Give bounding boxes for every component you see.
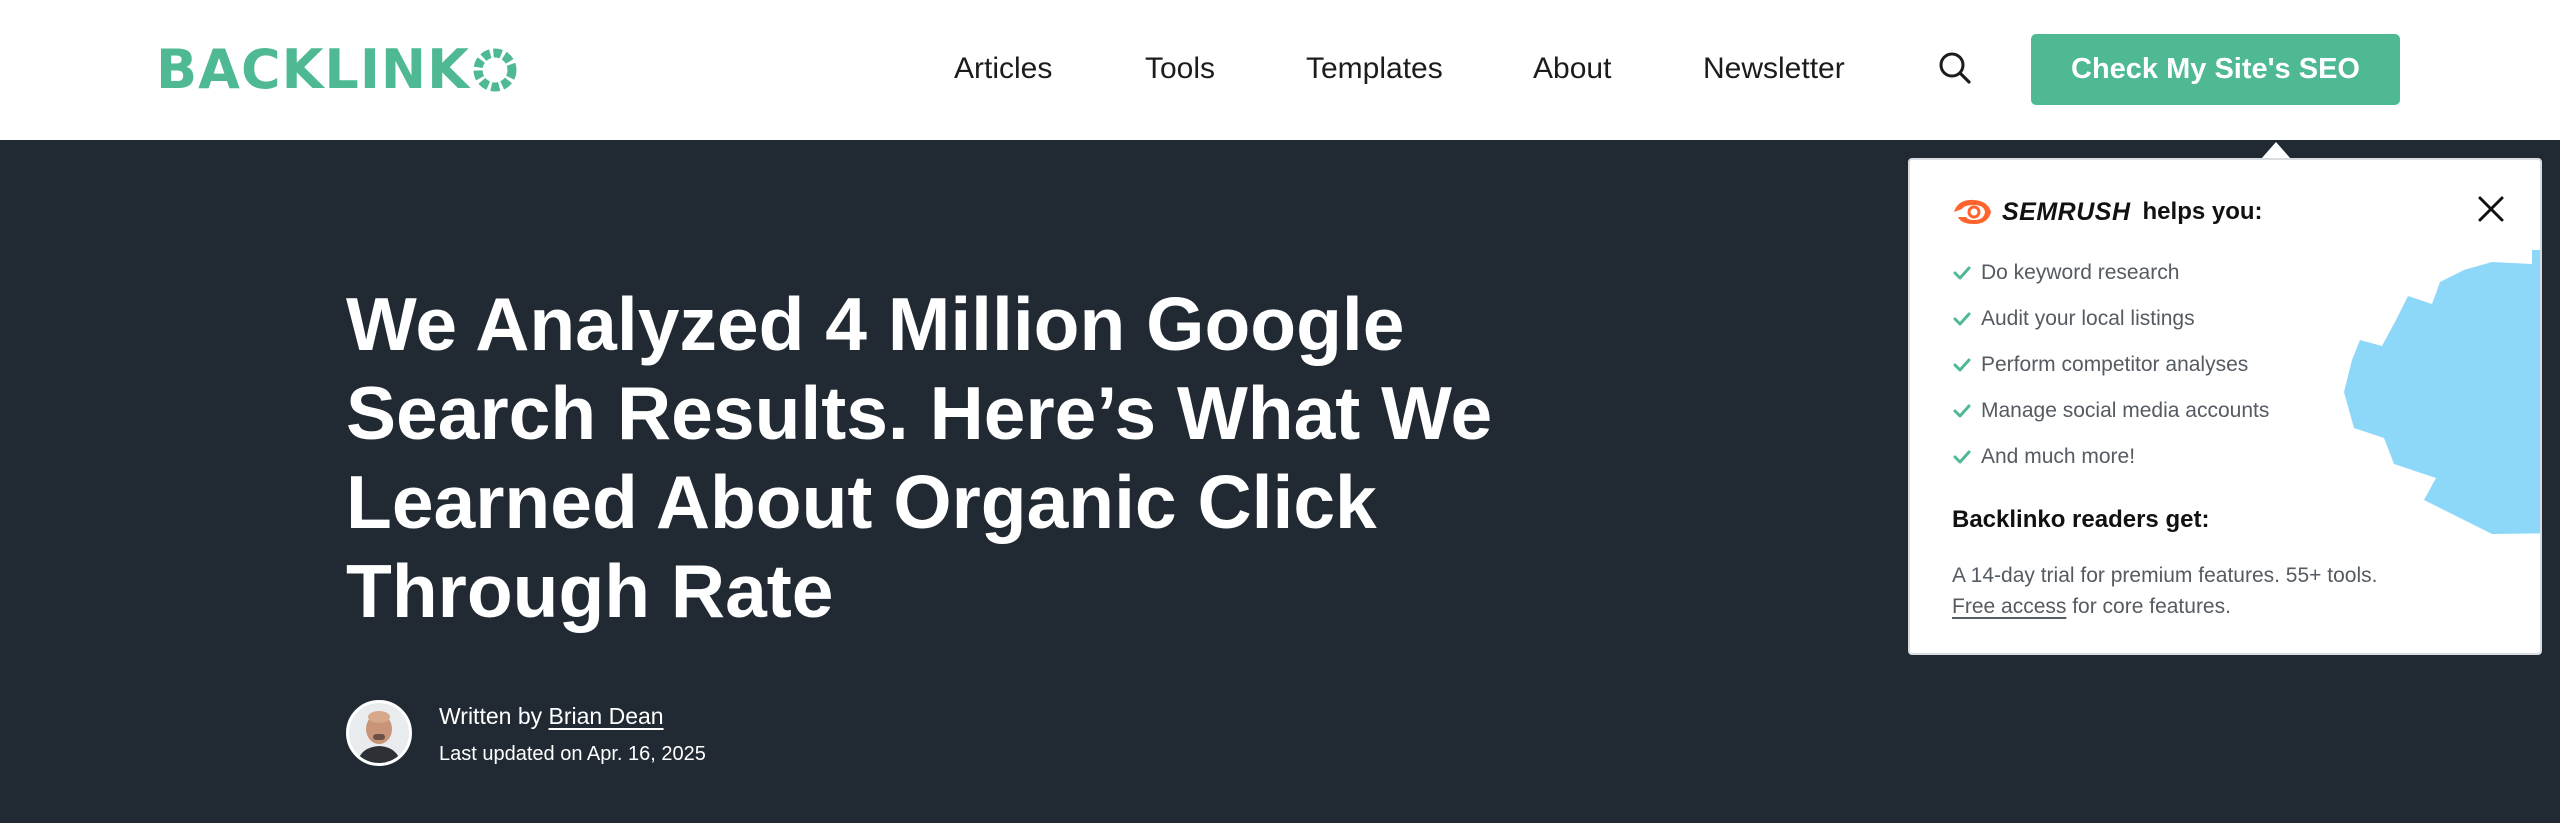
readers-tail: for core features. [2066, 595, 2231, 618]
decorative-blob [2344, 250, 2540, 534]
nav-templates[interactable]: Templates [1306, 50, 1443, 88]
semrush-popup: SEMRUSH helps you: Do keyword research A… [1908, 158, 2542, 655]
benefit-item: Perform competitor analyses [1952, 342, 2269, 388]
logo-text: BACKLINK [156, 38, 470, 101]
check-icon [1953, 358, 1971, 372]
o-circle-icon [473, 48, 517, 92]
popup-caret [2261, 142, 2291, 159]
byline-prefix: Written by [439, 703, 549, 729]
check-icon [1953, 404, 1971, 418]
nav-newsletter[interactable]: Newsletter [1703, 50, 1845, 88]
author-photo [349, 703, 409, 763]
benefit-label: Audit your local listings [1981, 307, 2195, 330]
readers-description: A 14-day trial for premium features. 55+… [1952, 560, 2472, 622]
popup-headline: helps you: [2142, 198, 2263, 225]
author-byline: Written by Brian Dean [439, 702, 664, 730]
check-icon [1953, 266, 1971, 280]
readers-heading: Backlinko readers get: [1952, 506, 2210, 533]
semrush-wordmark: SEMRUSH [2002, 197, 2131, 226]
benefit-label: Manage social media accounts [1981, 399, 2270, 422]
nav-tools[interactable]: Tools [1145, 50, 1215, 88]
benefit-item: Do keyword research [1952, 250, 2269, 296]
author-link[interactable]: Brian Dean [549, 703, 664, 729]
benefit-item: Manage social media accounts [1952, 388, 2269, 434]
nav-about[interactable]: About [1533, 50, 1611, 88]
search-button[interactable] [1936, 48, 1976, 90]
site-header: BACKLINK Articles Tools Templates About … [0, 0, 2560, 140]
free-access-link[interactable]: Free access [1952, 595, 2066, 618]
article-title: We Analyzed 4 Million Google Search Resu… [346, 282, 1493, 633]
benefit-label: Perform competitor analyses [1981, 353, 2249, 376]
benefit-label: And much more! [1981, 445, 2136, 468]
last-updated: Last updated on Apr. 16, 2025 [439, 743, 706, 765]
popup-close-button[interactable] [2474, 192, 2508, 226]
check-seo-button[interactable]: Check My Site's SEO [2031, 34, 2400, 105]
benefit-item: And much more! [1952, 434, 2269, 480]
nav-articles[interactable]: Articles [954, 50, 1052, 88]
check-icon [1953, 312, 1971, 326]
author-avatar [346, 700, 412, 766]
semrush-flame-icon [1954, 199, 1991, 224]
check-icon [1953, 450, 1971, 464]
backlinko-logo[interactable]: BACKLINK [156, 42, 518, 98]
popup-header: SEMRUSH helps you: [1952, 196, 2263, 228]
benefit-item: Audit your local listings [1952, 296, 2269, 342]
benefit-label: Do keyword research [1981, 261, 2180, 284]
benefits-list: Do keyword research Audit your local lis… [1952, 250, 2269, 480]
close-icon [2478, 196, 2504, 222]
search-icon [1939, 52, 1971, 84]
readers-line: A 14-day trial for premium features. 55+… [1952, 564, 2378, 587]
